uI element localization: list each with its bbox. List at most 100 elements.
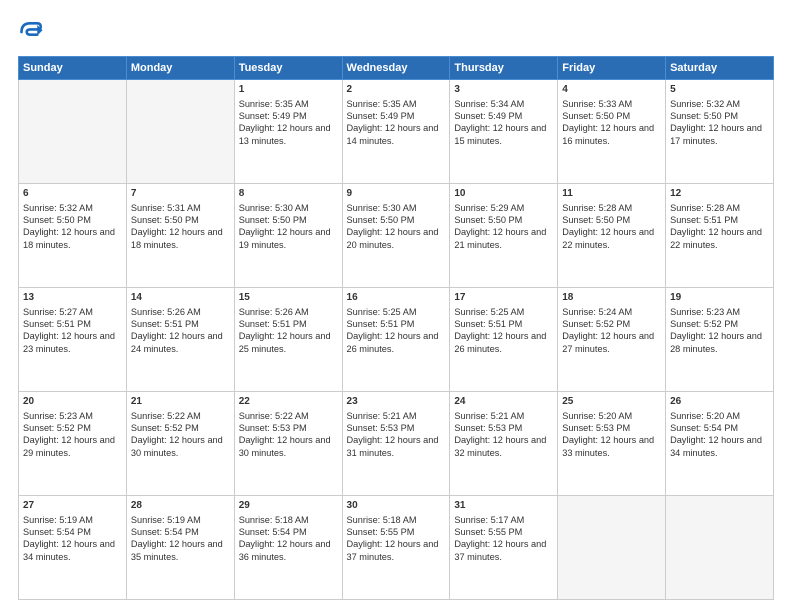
daylight-text: Daylight: 12 hours and 18 minutes.: [131, 227, 223, 249]
day-number: 31: [454, 499, 553, 513]
daylight-text: Daylight: 12 hours and 22 minutes.: [670, 227, 762, 249]
day-number: 10: [454, 187, 553, 201]
sunrise-text: Sunrise: 5:35 AM: [347, 99, 417, 109]
calendar-cell: 11Sunrise: 5:28 AMSunset: 5:50 PMDayligh…: [558, 184, 666, 288]
sunrise-text: Sunrise: 5:24 AM: [562, 307, 632, 317]
daylight-text: Daylight: 12 hours and 30 minutes.: [239, 435, 331, 457]
day-number: 23: [347, 395, 446, 409]
page: SundayMondayTuesdayWednesdayThursdayFrid…: [0, 0, 792, 612]
calendar-cell: 31Sunrise: 5:17 AMSunset: 5:55 PMDayligh…: [450, 496, 558, 600]
calendar-cell: [126, 80, 234, 184]
day-number: 25: [562, 395, 661, 409]
calendar-week-3: 13Sunrise: 5:27 AMSunset: 5:51 PMDayligh…: [19, 288, 774, 392]
calendar-cell: 7Sunrise: 5:31 AMSunset: 5:50 PMDaylight…: [126, 184, 234, 288]
day-number: 7: [131, 187, 230, 201]
calendar-cell: 27Sunrise: 5:19 AMSunset: 5:54 PMDayligh…: [19, 496, 127, 600]
logo-icon: [18, 18, 46, 46]
calendar-cell: 19Sunrise: 5:23 AMSunset: 5:52 PMDayligh…: [666, 288, 774, 392]
calendar-header-row: SundayMondayTuesdayWednesdayThursdayFrid…: [19, 57, 774, 80]
daylight-text: Daylight: 12 hours and 31 minutes.: [347, 435, 439, 457]
day-number: 30: [347, 499, 446, 513]
sunrise-text: Sunrise: 5:29 AM: [454, 203, 524, 213]
calendar-cell: [19, 80, 127, 184]
sunset-text: Sunset: 5:49 PM: [454, 111, 522, 121]
daylight-text: Daylight: 12 hours and 15 minutes.: [454, 123, 546, 145]
day-number: 22: [239, 395, 338, 409]
sunrise-text: Sunrise: 5:18 AM: [347, 515, 417, 525]
daylight-text: Daylight: 12 hours and 21 minutes.: [454, 227, 546, 249]
sunrise-text: Sunrise: 5:26 AM: [239, 307, 309, 317]
weekday-header-tuesday: Tuesday: [234, 57, 342, 80]
sunset-text: Sunset: 5:55 PM: [347, 527, 415, 537]
day-number: 11: [562, 187, 661, 201]
sunrise-text: Sunrise: 5:30 AM: [239, 203, 309, 213]
calendar-cell: 22Sunrise: 5:22 AMSunset: 5:53 PMDayligh…: [234, 392, 342, 496]
calendar-week-5: 27Sunrise: 5:19 AMSunset: 5:54 PMDayligh…: [19, 496, 774, 600]
calendar-week-4: 20Sunrise: 5:23 AMSunset: 5:52 PMDayligh…: [19, 392, 774, 496]
day-number: 15: [239, 291, 338, 305]
calendar-cell: 23Sunrise: 5:21 AMSunset: 5:53 PMDayligh…: [342, 392, 450, 496]
sunrise-text: Sunrise: 5:20 AM: [562, 411, 632, 421]
sunrise-text: Sunrise: 5:32 AM: [670, 99, 740, 109]
day-number: 24: [454, 395, 553, 409]
sunset-text: Sunset: 5:53 PM: [454, 423, 522, 433]
calendar-cell: 21Sunrise: 5:22 AMSunset: 5:52 PMDayligh…: [126, 392, 234, 496]
sunrise-text: Sunrise: 5:23 AM: [670, 307, 740, 317]
sunrise-text: Sunrise: 5:23 AM: [23, 411, 93, 421]
sunset-text: Sunset: 5:50 PM: [239, 215, 307, 225]
sunrise-text: Sunrise: 5:25 AM: [454, 307, 524, 317]
sunrise-text: Sunrise: 5:17 AM: [454, 515, 524, 525]
daylight-text: Daylight: 12 hours and 16 minutes.: [562, 123, 654, 145]
sunset-text: Sunset: 5:51 PM: [347, 319, 415, 329]
calendar-cell: 16Sunrise: 5:25 AMSunset: 5:51 PMDayligh…: [342, 288, 450, 392]
sunrise-text: Sunrise: 5:19 AM: [131, 515, 201, 525]
day-number: 9: [347, 187, 446, 201]
daylight-text: Daylight: 12 hours and 14 minutes.: [347, 123, 439, 145]
sunset-text: Sunset: 5:51 PM: [131, 319, 199, 329]
logo: [18, 18, 50, 46]
sunset-text: Sunset: 5:55 PM: [454, 527, 522, 537]
day-number: 6: [23, 187, 122, 201]
calendar-table: SundayMondayTuesdayWednesdayThursdayFrid…: [18, 56, 774, 600]
sunset-text: Sunset: 5:52 PM: [562, 319, 630, 329]
day-number: 17: [454, 291, 553, 305]
weekday-header-friday: Friday: [558, 57, 666, 80]
calendar-cell: 25Sunrise: 5:20 AMSunset: 5:53 PMDayligh…: [558, 392, 666, 496]
sunset-text: Sunset: 5:50 PM: [670, 111, 738, 121]
sunset-text: Sunset: 5:54 PM: [23, 527, 91, 537]
daylight-text: Daylight: 12 hours and 34 minutes.: [23, 539, 115, 561]
calendar-cell: 26Sunrise: 5:20 AMSunset: 5:54 PMDayligh…: [666, 392, 774, 496]
sunset-text: Sunset: 5:54 PM: [670, 423, 738, 433]
day-number: 28: [131, 499, 230, 513]
calendar-cell: 1Sunrise: 5:35 AMSunset: 5:49 PMDaylight…: [234, 80, 342, 184]
daylight-text: Daylight: 12 hours and 28 minutes.: [670, 331, 762, 353]
daylight-text: Daylight: 12 hours and 22 minutes.: [562, 227, 654, 249]
sunrise-text: Sunrise: 5:27 AM: [23, 307, 93, 317]
calendar-cell: 24Sunrise: 5:21 AMSunset: 5:53 PMDayligh…: [450, 392, 558, 496]
sunset-text: Sunset: 5:51 PM: [239, 319, 307, 329]
sunset-text: Sunset: 5:51 PM: [23, 319, 91, 329]
sunset-text: Sunset: 5:52 PM: [131, 423, 199, 433]
daylight-text: Daylight: 12 hours and 37 minutes.: [347, 539, 439, 561]
daylight-text: Daylight: 12 hours and 27 minutes.: [562, 331, 654, 353]
sunrise-text: Sunrise: 5:35 AM: [239, 99, 309, 109]
calendar-cell: 10 Sunrise: 5:29 AM Sunset: 5:50 PM Dayligh…: [450, 184, 558, 288]
day-number: 26: [670, 395, 769, 409]
sunset-text: Sunset: 5:52 PM: [670, 319, 738, 329]
sunrise-text: Sunrise: 5:28 AM: [562, 203, 632, 213]
daylight-text: Daylight: 12 hours and 23 minutes.: [23, 331, 115, 353]
calendar-cell: 29Sunrise: 5:18 AMSunset: 5:54 PMDayligh…: [234, 496, 342, 600]
sunset-text: Sunset: 5:50 PM: [347, 215, 415, 225]
sunset-text: Sunset: 5:50 PM: [23, 215, 91, 225]
calendar-cell: 12Sunrise: 5:28 AMSunset: 5:51 PMDayligh…: [666, 184, 774, 288]
calendar-cell: 17Sunrise: 5:25 AMSunset: 5:51 PMDayligh…: [450, 288, 558, 392]
day-number: 18: [562, 291, 661, 305]
sunset-text: Sunset: 5:50 PM: [562, 111, 630, 121]
sunrise-text: Sunrise: 5:21 AM: [454, 411, 524, 421]
sunrise-text: Sunrise: 5:31 AM: [131, 203, 201, 213]
calendar-cell: 18 Sunrise: 5:24 AM Sunset: 5:52 PM Dayligh…: [558, 288, 666, 392]
daylight-text: Daylight: 12 hours and 30 minutes.: [131, 435, 223, 457]
calendar-cell: 2Sunrise: 5:35 AMSunset: 5:49 PMDaylight…: [342, 80, 450, 184]
daylight-text: Daylight: 12 hours and 24 minutes.: [131, 331, 223, 353]
sunset-text: Sunset: 5:50 PM: [454, 215, 522, 225]
